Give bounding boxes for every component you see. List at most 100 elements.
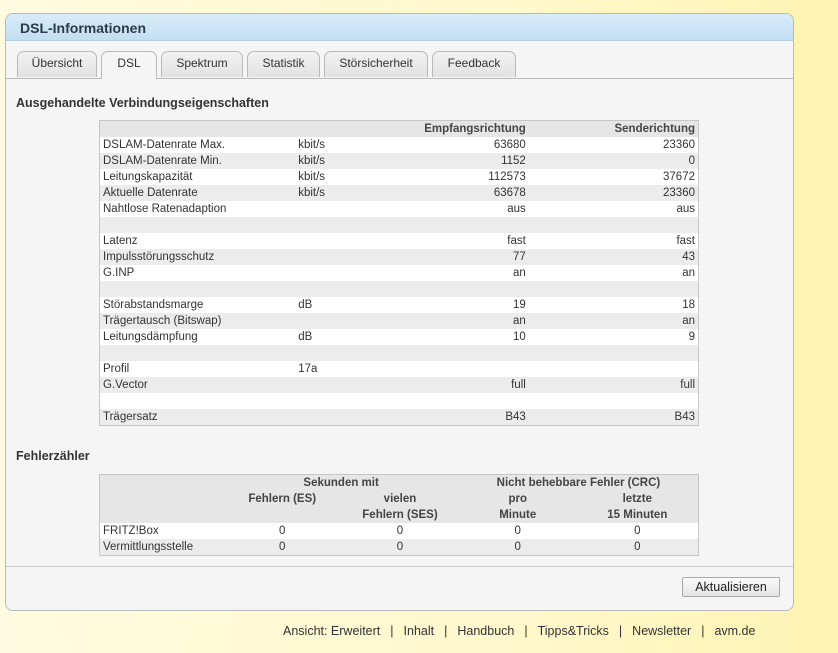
header-last-15-minutes: letzte 15 Minuten [576,491,699,523]
footer-link-tips-tricks[interactable]: Tipps&Tricks [538,624,609,638]
row-label: Vermittlungsstelle [99,539,224,556]
refresh-button[interactable]: Aktualisieren [682,577,780,597]
header-es: Fehlern (ES) [223,491,342,523]
row-label: Leitungskapazität [103,171,193,183]
row-count-value: 0 [458,539,577,556]
header-last-15-line2: 15 Minuten [607,509,668,521]
row-label: Aktuelle Datenrate [99,185,296,201]
row-label: G.Vector [99,377,296,393]
table-subheader-row: Fehlern (ES) vielen Fehlern (SES) pro Mi… [99,491,699,523]
table-row [99,217,699,233]
footer-link-contents[interactable]: Inhalt [404,624,435,638]
header-seconds-with: Sekunden mit [223,474,459,491]
row-unit [295,393,405,409]
row-send-value: 9 [688,331,695,343]
row-label: Trägertausch (Bitswap) [99,313,296,329]
row-unit [295,265,405,281]
row-label [100,393,296,409]
row-receive-value: full [404,377,529,393]
section-title-error-counter: Fehlerzähler [16,449,90,463]
row-receive-value [404,217,529,233]
table-row: Impulsstörungsschutz 77 43 [99,249,699,265]
tab-feedback[interactable]: Feedback [432,51,516,77]
connection-properties-table: Empfangsrichtung Senderichtung DSLAM-Dat… [99,120,699,426]
row-receive-value: 19 [513,299,526,311]
table-row [99,281,699,297]
row-unit: dB [298,299,313,311]
header-per-minute: pro Minute [458,491,577,523]
row-send-value: 18 [682,299,695,311]
row-send-value [528,281,699,297]
footer-separator: | [701,624,705,638]
row-count-value: 0 [341,539,459,556]
table-row: Trägertausch (Bitswap) an an [99,313,699,329]
header-ses-line2: Fehlern (SES) [362,509,438,521]
table-header-row: Sekunden mit Nicht behebbare Fehler (CRC… [99,474,699,491]
table-row: Trägersatz B43 B43 [99,409,699,426]
table-row: Latenz fast fast [100,233,699,249]
tab-spektrum[interactable]: Spektrum [161,51,243,77]
row-unit [295,233,405,249]
row-unit: kbit/s [298,171,326,183]
row-receive-value: an [404,313,529,329]
header-per-minute-line1: pro [508,493,528,505]
header-per-minute-line2: Minute [499,509,537,521]
footer-separator: | [390,624,394,638]
footer-link-newsletter[interactable]: Newsletter [632,624,691,638]
row-count-value: 0 [576,539,699,556]
header-ses: vielen Fehlern (SES) [341,491,459,523]
row-unit: kbit/s [295,185,405,201]
table-row: DSLAM-Datenrate Max. kbit/s 63680 23360 [100,137,699,153]
tab-stoersicherheit[interactable]: Störsicherheit [324,51,428,77]
row-send-value: aus [676,203,695,215]
row-receive-value: fast [507,235,526,247]
header-cell [295,120,405,137]
table-row: Störabstandsmarge dB 19 18 [100,297,699,313]
section-title-connection: Ausgehandelte Verbindungseigenschaften [16,96,269,110]
table-row: Leitungsdämpfung dB 10 9 [100,329,699,345]
table-row: DSLAM-Datenrate Min. kbit/s 1152 0 [99,153,699,169]
row-unit [295,377,405,393]
tab-uebersicht[interactable]: Übersicht [17,51,97,77]
footer-link-view-advanced[interactable]: Ansicht: Erweitert [283,624,380,638]
row-send-value: an [682,267,695,279]
row-send-value [528,217,699,233]
table-row: Profil 17a [100,361,699,377]
tab-dsl[interactable]: DSL [101,51,157,79]
row-receive-value [405,361,529,377]
row-receive-value: aus [507,203,526,215]
row-unit [295,313,405,329]
row-unit [295,201,405,217]
table-row: G.INP an an [100,265,699,281]
table-row: Aktuelle Datenrate kbit/s 63678 23360 [99,185,699,201]
footer-link-manual[interactable]: Handbuch [457,624,514,638]
row-send-value: 0 [528,153,699,169]
row-label: FRITZ!Box [103,525,159,537]
row-count-value: 0 [514,525,521,537]
row-label: Störabstandsmarge [103,299,204,311]
tab-statistik[interactable]: Statistik [247,51,320,77]
row-send-value [529,361,699,377]
row-receive-value: B43 [404,409,529,426]
row-send-value [528,345,699,361]
header-ses-line1: vielen [383,493,417,505]
row-unit [295,249,405,265]
row-send-value: B43 [528,409,699,426]
row-unit [295,409,405,426]
header-cell [99,491,224,523]
row-receive-value: 1152 [404,153,529,169]
table-header-row: Empfangsrichtung Senderichtung [99,120,699,137]
header-es-line1: Fehlern (ES) [248,493,317,505]
panel-title: DSL-Informationen [6,14,793,41]
table-row: FRITZ!Box 0 0 0 0 [100,523,699,539]
row-send-value: 23360 [528,185,699,201]
footer-separator: | [524,624,528,638]
row-label [99,345,296,361]
row-send-value: fast [676,235,695,247]
row-send-value: 43 [528,249,699,265]
footer-link-avm[interactable]: avm.de [714,624,755,638]
row-count-value: 0 [634,525,641,537]
table-row [100,393,699,409]
row-label: Impulsstörungsschutz [99,249,296,265]
row-receive-value [404,281,529,297]
